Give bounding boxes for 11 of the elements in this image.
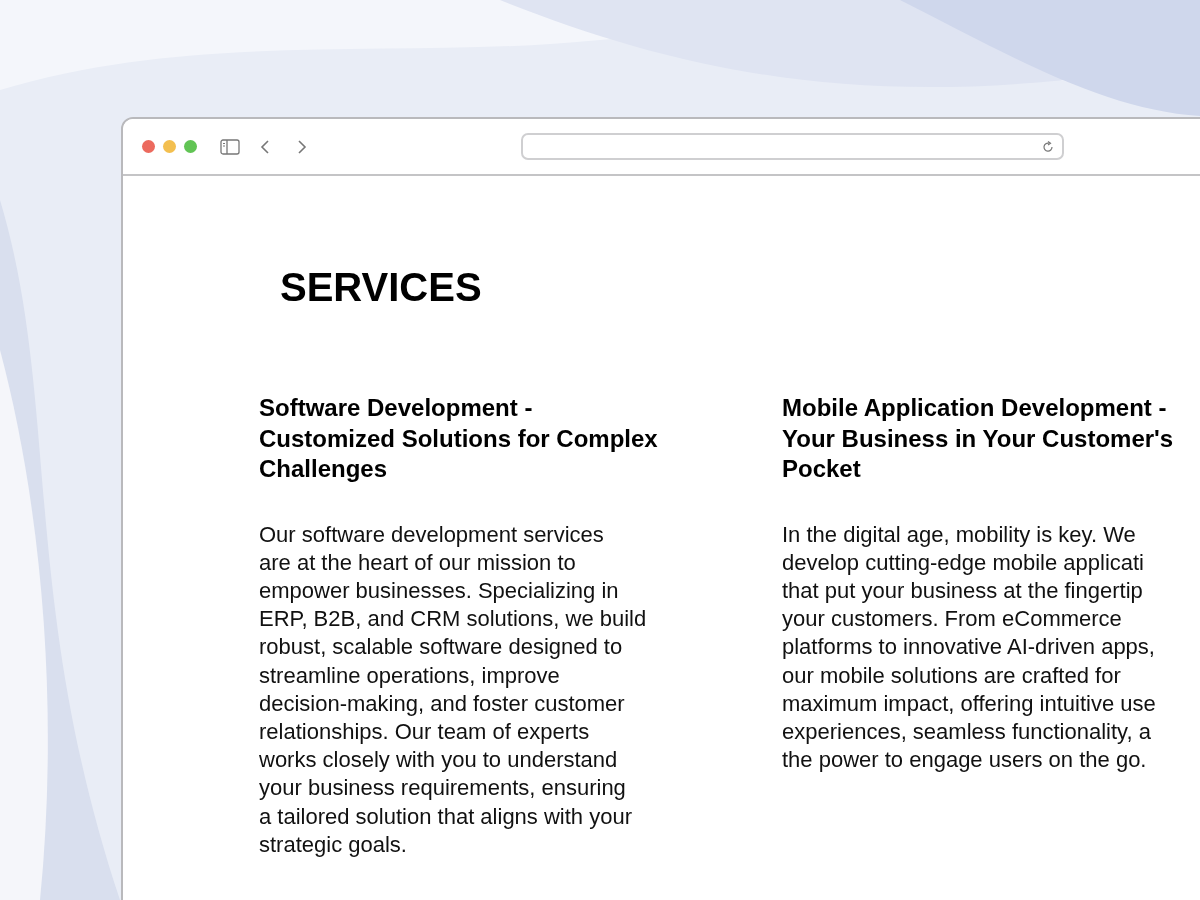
reload-icon[interactable]	[1042, 140, 1054, 153]
service-heading: Mobile Application Development - Your Business in Your Customer's Pocket	[782, 393, 1175, 484]
back-icon[interactable]	[260, 138, 270, 155]
service-description: Our software development services are at the heart of our mission to empower businesses. Specializing in ERP, B2B, and CRM solutions, we build robust, scalable software designed to streamline operations, improve decision-making, and foster customer relationships. Our team of experts works closely with you to understand your business requirements, ensuring a tailored solution that aligns with your strategic goals.	[259, 520, 648, 859]
forward-icon[interactable]	[297, 138, 307, 155]
zoom-button[interactable]	[184, 140, 197, 153]
close-button[interactable]	[142, 140, 155, 153]
service-heading: Software Development - Customized Solutions for Complex Challenges	[259, 393, 659, 484]
page-title: SERVICES	[280, 264, 483, 311]
service-description: In the digital age, mobility is key. We develop cutting-edge mobile applicati that put your business at the fingertip your customers. From eCommerce platforms to innovative AI-driven apps, our mobile solutions are crafted for maximum impact, offering intuitive use experiences, seamless functionality, a the power to engage users on the go.	[782, 520, 1157, 775]
sidebar-icon[interactable]	[220, 138, 240, 155]
